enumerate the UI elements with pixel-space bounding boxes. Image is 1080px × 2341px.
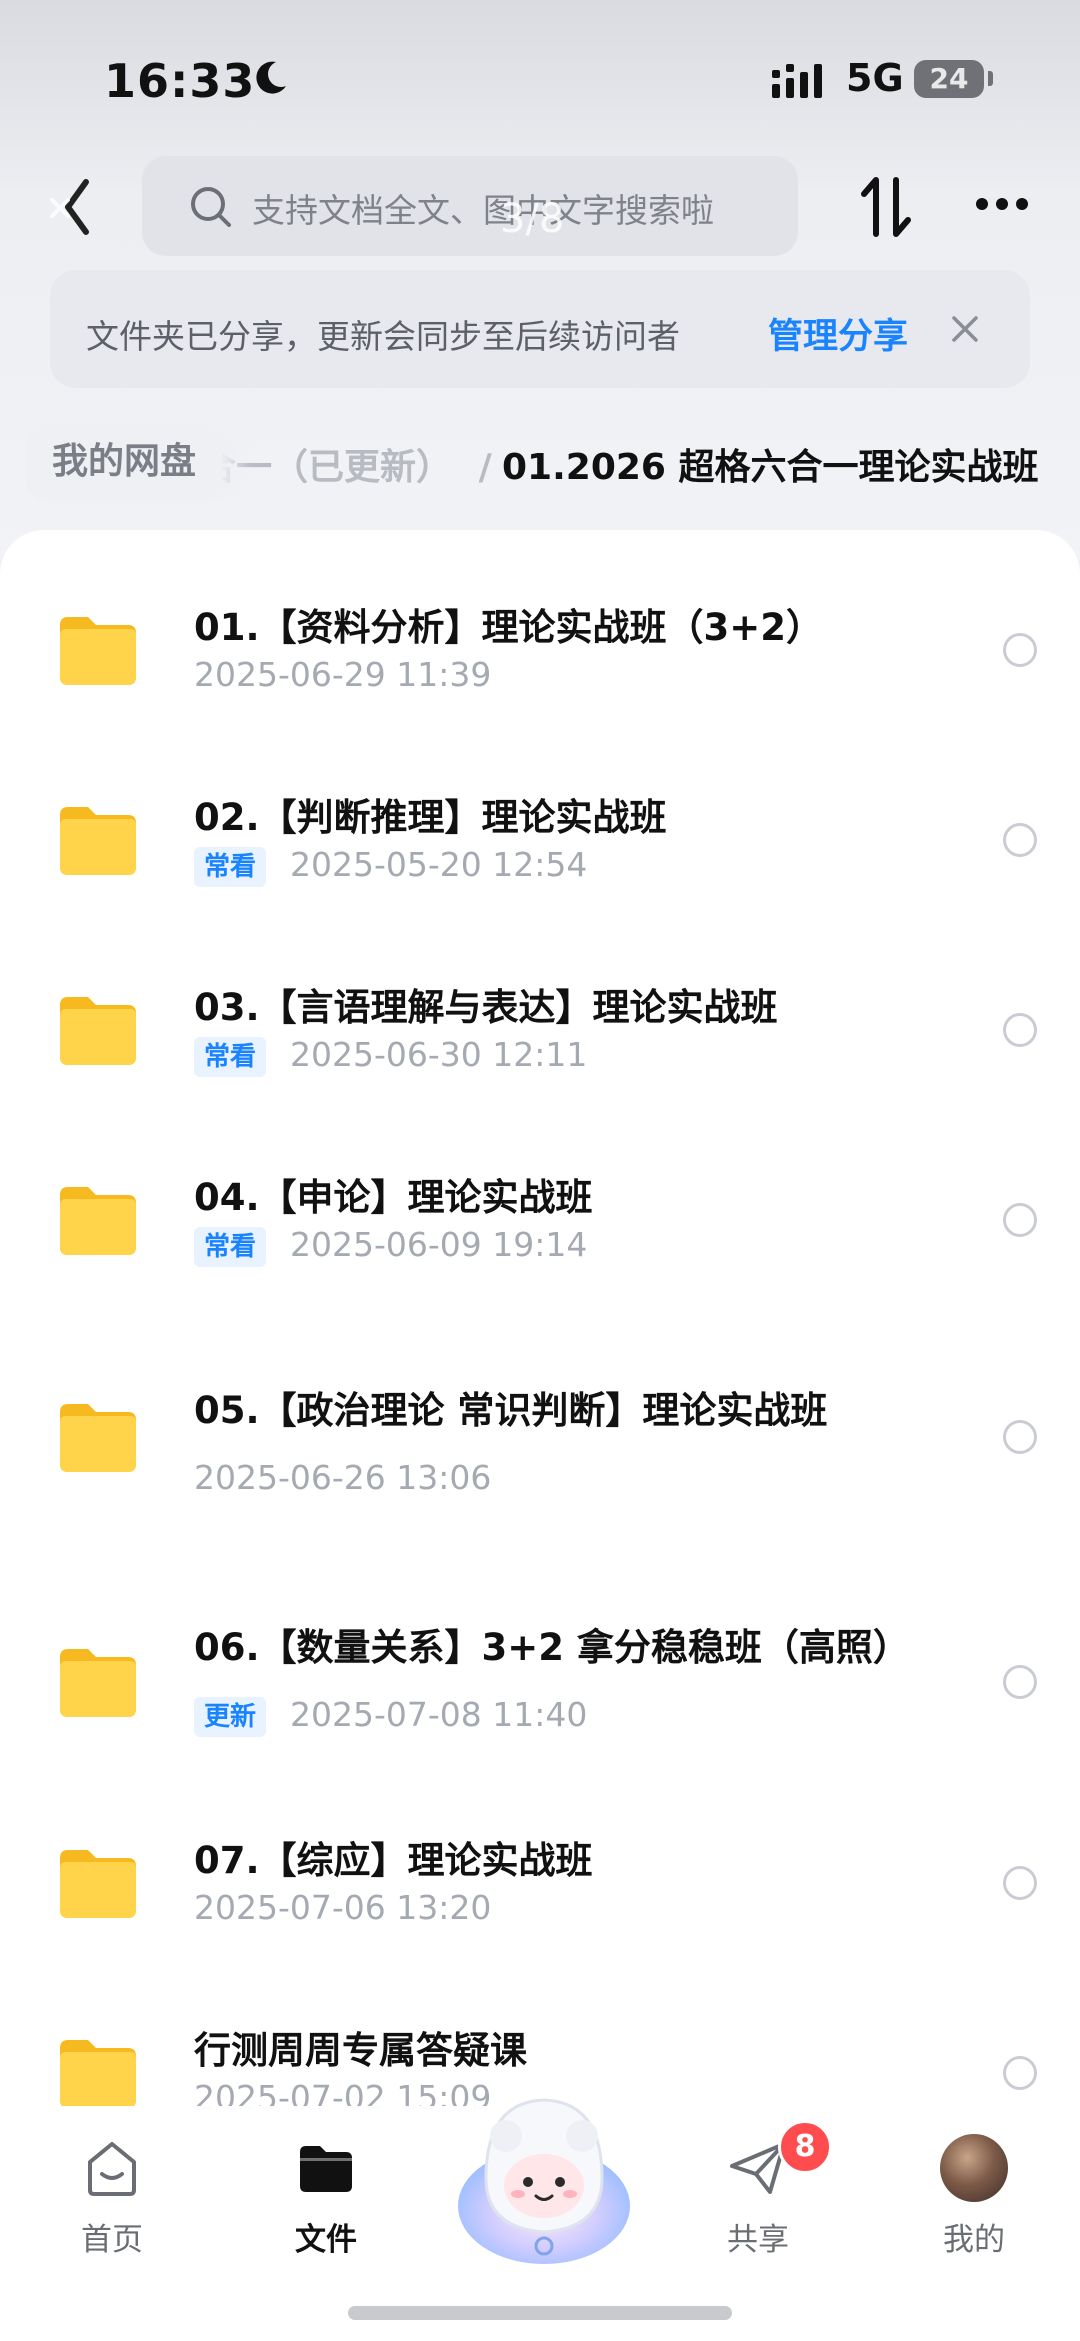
- back-icon[interactable]: [46, 172, 106, 242]
- close-icon[interactable]: [950, 314, 980, 344]
- status-time: 16:33: [104, 54, 256, 108]
- nav-files[interactable]: 文件: [256, 2136, 396, 2259]
- folder-icon: [60, 617, 136, 685]
- file-date: 2025-06-29 11:39: [194, 655, 492, 694]
- file-tag: 常看: [194, 1037, 267, 1077]
- select-radio[interactable]: [1003, 633, 1037, 667]
- cellular-signal-icon: [772, 64, 822, 98]
- select-radio[interactable]: [1003, 1665, 1037, 1699]
- home-icon: [88, 2142, 136, 2196]
- list-item[interactable]: 04.【申论】理论实战班 常看 2025-06-09 19:14: [0, 1167, 1080, 1327]
- nav-home-label: 首页: [81, 2222, 143, 2258]
- share-banner-text: 文件夹已分享，更新会同步至后续访问者: [86, 317, 680, 356]
- list-item[interactable]: 07.【综应】理论实战班 2025-07-06 13:20: [0, 1830, 1080, 1990]
- folder-icon: [60, 1187, 136, 1255]
- folder-icon: [60, 1404, 136, 1472]
- breadcrumb: 合一（已更新） / 01.2026 超格六合一理论实战班 我的网盘: [0, 418, 1080, 508]
- nav-me-label: 我的: [943, 2222, 1005, 2258]
- file-date: 2025-06-09 19:14: [290, 1225, 588, 1264]
- avatar[interactable]: [940, 2134, 1008, 2202]
- file-name: 02.【判断推理】理论实战班: [194, 796, 667, 839]
- network-type: 5G: [846, 56, 904, 100]
- moon-icon: [256, 61, 286, 94]
- search-icon: [191, 187, 231, 227]
- search-bar[interactable]: 支持文档全文、图中文字搜索啦: [142, 156, 798, 256]
- breadcrumb-current: 01.2026 超格六合一理论实战班: [502, 447, 1039, 488]
- select-radio[interactable]: [1003, 823, 1037, 857]
- file-name: 07.【综应】理论实战班: [194, 1839, 593, 1882]
- manage-share-link[interactable]: 管理分享: [768, 308, 908, 359]
- nav-home[interactable]: 首页: [42, 2136, 182, 2259]
- list-item[interactable]: 06.【数量关系】3+2 拿分稳稳班（高照） 更新 2025-07-08 11:40: [0, 1617, 1080, 1777]
- more-icon[interactable]: [974, 196, 1030, 212]
- folder-icon: [60, 1649, 136, 1717]
- search-placeholder: 支持文档全文、图中文字搜索啦: [252, 191, 714, 230]
- file-date: 2025-05-20 12:54: [290, 845, 588, 884]
- folder-icon: [60, 997, 136, 1065]
- home-indicator: [348, 2306, 732, 2320]
- select-radio[interactable]: [1003, 1420, 1037, 1454]
- folder-icon: [300, 2146, 352, 2192]
- file-name: 01.【资料分析】理论实战班（3+2）: [194, 606, 824, 649]
- share-banner: 文件夹已分享，更新会同步至后续访问者 管理分享: [50, 270, 1030, 388]
- folder-icon: [60, 807, 136, 875]
- list-item[interactable]: 03.【言语理解与表达】理论实战班 常看 2025-06-30 12:11: [0, 977, 1080, 1137]
- file-tag: 常看: [194, 847, 267, 887]
- file-name: 04.【申论】理论实战班: [194, 1176, 593, 1219]
- list-item[interactable]: 02.【判断推理】理论实战班 常看 2025-05-20 12:54: [0, 787, 1080, 947]
- file-name: 06.【数量关系】3+2 拿分稳稳班（高照）: [194, 1626, 910, 1669]
- select-radio[interactable]: [1003, 2056, 1037, 2090]
- page-indicator: 3/8: [500, 196, 565, 242]
- file-name: 行测周周专属答疑课: [194, 2029, 527, 2072]
- folder-icon: [60, 2040, 136, 2108]
- file-date: 2025-06-26 13:06: [194, 1458, 492, 1497]
- sort-icon[interactable]: [858, 172, 914, 242]
- nav-share-label: 共享: [727, 2222, 789, 2258]
- breadcrumb-previous-label: 合一（已更新）: [200, 447, 453, 488]
- status-bar: 16:33 5G 24: [0, 40, 1080, 120]
- file-tag: 常看: [194, 1227, 267, 1267]
- file-date: 2025-07-06 13:20: [194, 1888, 492, 1927]
- battery-nub: [988, 71, 993, 86]
- breadcrumb-separator: /: [478, 447, 492, 488]
- breadcrumb-root[interactable]: 我的网盘: [26, 424, 223, 500]
- file-date: 2025-07-08 11:40: [290, 1695, 588, 1734]
- list-item[interactable]: 01.【资料分析】理论实战班（3+2） 2025-06-29 11:39: [0, 597, 1080, 757]
- assistant-mascot-icon[interactable]: [446, 2078, 642, 2274]
- select-radio[interactable]: [1003, 1203, 1037, 1237]
- file-tag: 更新: [194, 1697, 267, 1737]
- select-radio[interactable]: [1003, 1013, 1037, 1047]
- folder-icon: [60, 1850, 136, 1918]
- nav-files-label: 文件: [295, 2222, 357, 2258]
- file-name: 03.【言语理解与表达】理论实战班: [194, 986, 778, 1029]
- file-date: 2025-06-30 12:11: [290, 1035, 588, 1074]
- battery-icon: 24: [914, 60, 984, 98]
- list-item[interactable]: 05.【政治理论 常识判断】理论实战班 2025-06-26 13:06: [0, 1380, 1080, 1540]
- breadcrumb-previous[interactable]: 合一（已更新） /: [200, 438, 492, 490]
- select-radio[interactable]: [1003, 1866, 1037, 1900]
- share-badge: 8: [778, 2120, 832, 2174]
- file-name: 05.【政治理论 常识判断】理论实战班: [194, 1389, 828, 1432]
- battery-level: 24: [929, 62, 969, 95]
